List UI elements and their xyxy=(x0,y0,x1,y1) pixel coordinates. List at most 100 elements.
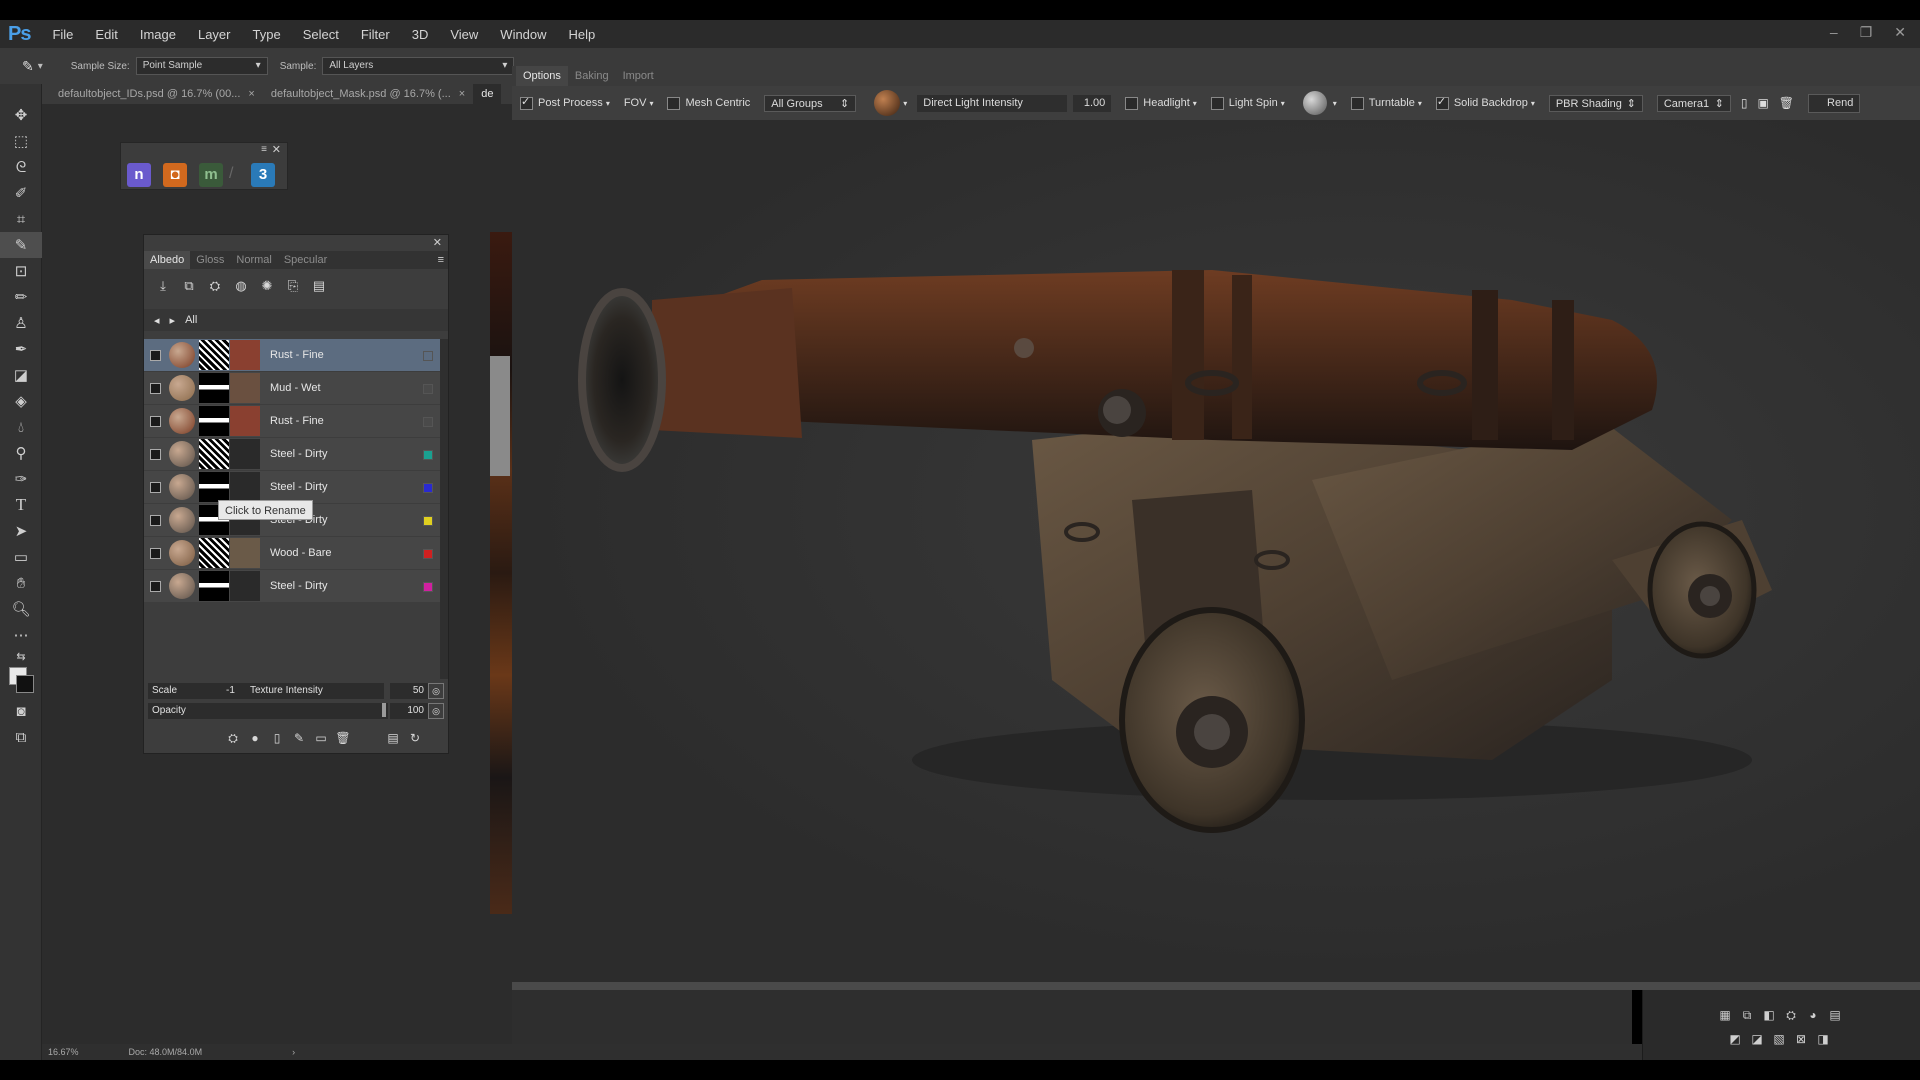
opacity-slider[interactable] xyxy=(382,703,386,717)
new-file-icon[interactable]: ▯ xyxy=(266,727,288,749)
camera-select[interactable]: Camera1 ⇕ xyxy=(1656,94,1731,112)
brush-tool-icon[interactable]: ✏ xyxy=(0,284,42,310)
new-document-icon[interactable]: ▯ xyxy=(1741,96,1748,110)
minimize-icon[interactable]: – xyxy=(1830,24,1838,41)
render-button[interactable]: Rend xyxy=(1808,93,1861,113)
menu-3d[interactable]: 3D xyxy=(412,27,429,42)
quick-mask-icon[interactable]: ◙ xyxy=(0,698,42,724)
menu-layer[interactable]: Layer xyxy=(198,27,231,42)
visibility-toggle[interactable] xyxy=(150,383,161,394)
checkbox[interactable] xyxy=(1435,95,1449,110)
menu-image[interactable]: Image xyxy=(140,27,176,42)
half-icon[interactable]: ◨ xyxy=(1815,1032,1831,1046)
layer-row[interactable]: Mud - Wet xyxy=(144,372,440,404)
scale-input[interactable]: -1 xyxy=(222,683,248,699)
eyedropper-tool-icon[interactable]: ✎ xyxy=(22,58,34,75)
eyedropper-tool-icon[interactable]: ✎ xyxy=(0,232,42,258)
layer-row[interactable]: Steel - Dirty xyxy=(144,438,440,470)
menu-file[interactable]: File xyxy=(52,27,73,42)
sample-size-select[interactable]: Point Sample ▾ xyxy=(135,57,268,75)
bucket-tool-icon[interactable]: ◈ xyxy=(0,388,42,414)
fx-icon[interactable]: ✺ xyxy=(256,275,278,297)
lock-icon[interactable]: ◎ xyxy=(428,683,444,699)
color-swatch[interactable] xyxy=(230,373,260,403)
brush-icon[interactable]: ✎ xyxy=(288,727,310,749)
tool-preset-chevron-icon[interactable]: ▾ xyxy=(38,61,43,72)
layer-name[interactable]: Steel - Dirty xyxy=(270,438,327,470)
doc-tab-ids[interactable]: defaultobject_IDs.psd @ 16.7% (00... × xyxy=(50,84,263,104)
mask-thumbnail[interactable] xyxy=(199,439,229,469)
blur-tool-icon[interactable]: 💧︎ xyxy=(0,414,42,440)
copy-icon[interactable]: ⎘ xyxy=(282,275,304,297)
doc-tab-mask[interactable]: defaultobject_Mask.psd @ 16.7% (... × xyxy=(263,84,473,104)
light-spin-toggle[interactable]: Light Spin ▾ xyxy=(1210,96,1285,110)
close-icon[interactable]: × xyxy=(459,88,465,100)
layer-color-tag[interactable] xyxy=(423,384,433,394)
menu-edit[interactable]: Edit xyxy=(95,27,117,42)
move-tool-icon[interactable]: ✥ xyxy=(0,102,42,128)
app-substance-icon[interactable]: ◘ xyxy=(163,163,187,187)
panel-menu-icon[interactable]: ≡ xyxy=(438,251,444,269)
table-icon[interactable]: ▤ xyxy=(1827,1008,1843,1022)
add-layer-material-icon[interactable]: ⛭ xyxy=(222,727,244,749)
screen-mode-icon[interactable]: ⧉ xyxy=(0,724,42,750)
nav-back-icon[interactable]: ◂ xyxy=(154,314,160,327)
close-icon[interactable]: × xyxy=(248,88,254,100)
color-swatch[interactable] xyxy=(230,571,260,601)
mask-thumbnail[interactable] xyxy=(199,406,229,436)
visibility-toggle[interactable] xyxy=(150,449,161,460)
texture-intensity-input[interactable]: 50 xyxy=(390,683,428,699)
layer-name[interactable]: Wood - Bare xyxy=(270,537,332,569)
layer-name[interactable]: Steel - Dirty xyxy=(270,570,327,602)
menu-select[interactable]: Select xyxy=(303,27,339,42)
save-icon[interactable]: ▤ xyxy=(382,727,404,749)
close-icon[interactable]: ✕ xyxy=(1894,24,1906,41)
edit-icon[interactable]: ◩ xyxy=(1727,1032,1743,1046)
diagonal-icon[interactable]: ◪ xyxy=(1749,1032,1765,1046)
post-process-toggle[interactable]: Post Process▾ xyxy=(520,95,610,110)
color-swatch[interactable] xyxy=(230,406,260,436)
gradient-icon[interactable]: ▧ xyxy=(1771,1032,1787,1046)
layer-name[interactable]: Rust - Fine xyxy=(270,405,324,437)
shading-select[interactable]: PBR Shading ⇕ xyxy=(1548,94,1643,112)
app-3-icon[interactable]: 3 xyxy=(251,163,275,187)
layer-color-tag[interactable] xyxy=(423,351,433,361)
add-mask-icon[interactable]: ◍ xyxy=(230,275,252,297)
visibility-toggle[interactable] xyxy=(150,482,161,493)
menu-view[interactable]: View xyxy=(450,27,478,42)
color-swatch[interactable] xyxy=(230,472,260,502)
color-swatch[interactable] xyxy=(230,538,260,568)
checkbox[interactable] xyxy=(667,96,681,110)
add-material-icon[interactable]: ⛭ xyxy=(204,275,226,297)
tab-import[interactable]: Import xyxy=(616,66,661,86)
mask-thumbnail[interactable] xyxy=(199,571,229,601)
add-fill-icon[interactable]: ● xyxy=(244,727,266,749)
layer-color-tag[interactable] xyxy=(423,417,433,427)
solid-backdrop-toggle[interactable]: Solid Backdrop▾ xyxy=(1435,95,1535,110)
checkbox[interactable] xyxy=(520,95,533,110)
layer-row[interactable]: Steel - Dirty xyxy=(144,471,440,503)
folder-icon[interactable]: ▭ xyxy=(310,727,332,749)
layer-name[interactable]: Steel - Dirty xyxy=(270,471,327,503)
material-icon[interactable]: ⛭ xyxy=(1783,1008,1799,1022)
visibility-toggle[interactable] xyxy=(150,515,161,526)
layer-row[interactable]: Rust - Fine xyxy=(144,405,440,437)
close-icon[interactable]: ✕ xyxy=(272,143,281,156)
dodge-tool-icon[interactable]: ⚲ xyxy=(0,440,42,466)
marquee-tool-icon[interactable]: ⬚ xyxy=(0,128,42,154)
grid-view-icon[interactable]: ▦ xyxy=(1717,1008,1733,1022)
turntable-toggle[interactable]: Turntable ▾ xyxy=(1350,96,1422,110)
environment-sphere-icon[interactable] xyxy=(1302,91,1327,115)
download-icon[interactable]: ⤓ xyxy=(152,275,174,297)
hand-tool-icon[interactable]: ✋︎ xyxy=(0,570,42,596)
layer-row[interactable]: Wood - Bare xyxy=(144,537,440,569)
menu-help[interactable]: Help xyxy=(569,27,596,42)
checkbox[interactable] xyxy=(1350,96,1364,110)
3d-render-view[interactable] xyxy=(512,120,1920,982)
zoom-level[interactable]: 16.67% xyxy=(48,1047,79,1057)
layer-list-scrollbar[interactable] xyxy=(440,339,448,679)
shape-tool-icon[interactable]: ▭ xyxy=(0,544,42,570)
type-tool-icon[interactable]: T xyxy=(0,492,42,518)
layer-color-tag[interactable] xyxy=(423,582,433,592)
visibility-toggle[interactable] xyxy=(150,350,161,361)
